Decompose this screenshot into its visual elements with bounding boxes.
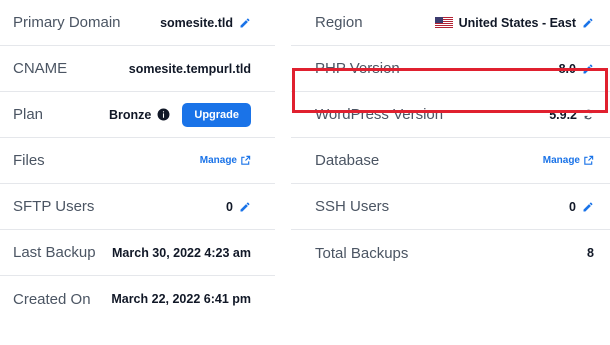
wordpress-version-label: WordPress Version	[315, 106, 444, 123]
created-on-label: Created On	[13, 290, 91, 308]
plan-value-group: Bronze Upgrade	[109, 102, 251, 127]
primary-domain-label: Primary Domain	[13, 14, 121, 31]
files-manage-text: Manage	[199, 155, 237, 166]
external-link-icon	[240, 155, 251, 166]
database-manage-link[interactable]: Manage	[543, 155, 594, 166]
created-on-row: Created On March 22, 2022 6:41 pm	[0, 276, 275, 322]
wordpress-version-row: WordPress Version 5.9.2	[291, 92, 610, 138]
edit-php-version-pencil-icon[interactable]	[582, 63, 594, 75]
edit-ssh-users-pencil-icon[interactable]	[582, 201, 594, 213]
site-details-right: Region United States - East PHP Version …	[291, 0, 610, 276]
region-value-group: United States - East	[434, 15, 594, 30]
plan-value: Bronze	[109, 107, 152, 122]
total-backups-label: Total Backups	[315, 244, 409, 262]
php-version-value-group: 8.0	[559, 62, 594, 76]
primary-domain-value: somesite.tld	[160, 15, 233, 30]
total-backups-value: 8	[587, 246, 594, 260]
database-manage-text: Manage	[542, 155, 580, 166]
region-value: United States - East	[458, 15, 576, 30]
files-manage-link[interactable]: Manage	[200, 155, 251, 166]
upgrade-button[interactable]: Upgrade	[182, 102, 251, 127]
ssh-users-label: SSH Users	[315, 198, 390, 215]
external-link-icon	[583, 155, 594, 166]
plan-label: Plan	[13, 106, 44, 123]
primary-domain-value-group: somesite.tld	[160, 16, 251, 30]
refresh-icon[interactable]	[583, 109, 594, 120]
ssh-users-value: 0	[569, 199, 576, 214]
last-backup-label: Last Backup	[13, 244, 96, 261]
last-backup-value: March 30, 2022 4:23 am	[112, 245, 251, 260]
us-flag-icon	[434, 16, 453, 29]
last-backup-row: Last Backup March 30, 2022 4:23 am	[0, 230, 275, 276]
cname-value: somesite.tempurl.tld	[128, 61, 251, 76]
edit-region-pencil-icon[interactable]	[582, 17, 594, 29]
cname-label: CNAME	[13, 60, 68, 77]
site-details-left: Primary Domain somesite.tld CNAME somesi…	[0, 0, 275, 322]
sftp-users-row: SFTP Users 0	[0, 184, 275, 230]
sftp-users-label: SFTP Users	[13, 198, 95, 215]
ssh-users-row: SSH Users 0	[291, 184, 610, 230]
wordpress-version-value: 5.9.2	[549, 107, 577, 122]
cname-row: CNAME somesite.tempurl.tld	[0, 46, 275, 92]
region-row: Region United States - East	[291, 0, 610, 46]
files-label: Files	[13, 152, 45, 169]
database-label: Database	[315, 152, 380, 169]
info-icon[interactable]	[157, 108, 170, 121]
primary-domain-row: Primary Domain somesite.tld	[0, 0, 275, 46]
edit-primary-domain-pencil-icon[interactable]	[239, 17, 251, 29]
plan-row: Plan Bronze Upgrade	[0, 92, 275, 138]
edit-sftp-users-pencil-icon[interactable]	[239, 201, 251, 213]
total-backups-row: Total Backups 8	[291, 230, 610, 276]
created-on-value: March 22, 2022 6:41 pm	[111, 292, 251, 306]
php-version-row: PHP Version 8.0	[291, 46, 610, 92]
php-version-value: 8.0	[558, 61, 576, 76]
region-label: Region	[315, 14, 363, 31]
ssh-users-value-group: 0	[569, 200, 594, 214]
sftp-users-value: 0	[226, 199, 233, 214]
php-version-label: PHP Version	[315, 60, 400, 77]
files-row: Files Manage	[0, 138, 275, 184]
sftp-users-value-group: 0	[226, 200, 251, 214]
database-row: Database Manage	[291, 138, 610, 184]
wordpress-version-value-group: 5.9.2	[549, 108, 594, 122]
